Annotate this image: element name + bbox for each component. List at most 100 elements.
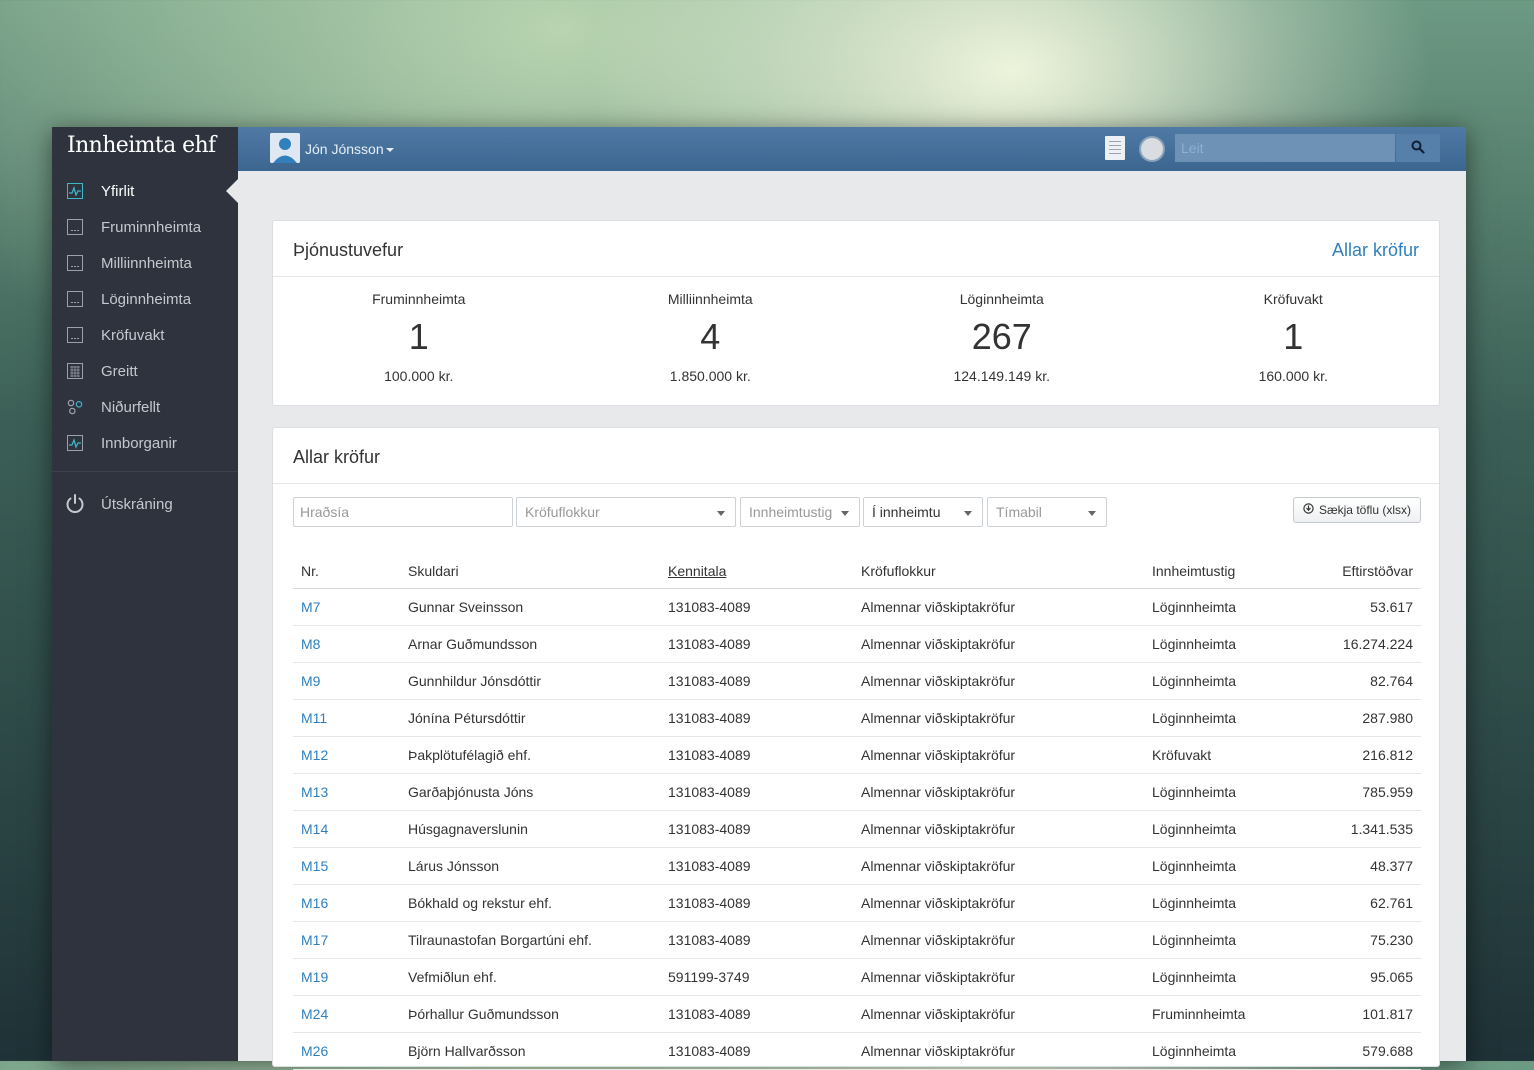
collection-stage-cell: Löginnheimta (1144, 884, 1300, 922)
document-icon (67, 327, 83, 343)
download-label: Sækja töflu (xlsx) (1318, 503, 1411, 517)
table-row[interactable]: M9 Gunnhildur Jónsdóttir 131083-4089 Almenn… (293, 662, 1421, 700)
stat-fruminnheimta[interactable]: Fruminnheimta 1 100.000 kr. (273, 277, 565, 384)
overview-title: Þjónustuvefur (293, 240, 404, 260)
claim-number-link[interactable]: M24 (301, 1006, 328, 1022)
collection-stage-cell: Löginnheimta (1144, 699, 1300, 737)
claim-number-link[interactable]: M14 (301, 821, 328, 837)
table-row[interactable]: M7 Gunnar Sveinsson 131083-4089 Almennar vi… (293, 588, 1421, 626)
claim-number-cell: M14 (293, 810, 400, 848)
period-select[interactable]: Tímabil (987, 497, 1107, 527)
outstanding-balance-cell: 785.959 (1300, 773, 1421, 811)
sidebar-item-yfirlit[interactable]: Yfirlit (52, 173, 238, 209)
claim-number-cell: M24 (293, 995, 400, 1033)
document-icon[interactable] (1105, 136, 1125, 160)
claim-number-cell: M15 (293, 847, 400, 885)
debtor-name-cell: Þakplötufélagið ehf. (400, 736, 660, 774)
table-row[interactable]: M17 Tilraunastofan Borgartúni ehf. 131083-… (293, 921, 1421, 959)
sidebar-item-fruminnheimta[interactable]: Fruminnheimta (52, 209, 238, 245)
overview-panel: Þjónustuvefur Allar kröfur Fruminnheimta… (272, 220, 1440, 406)
claim-number-cell: M8 (293, 625, 400, 663)
claim-number-link[interactable]: M15 (301, 858, 328, 874)
claims-table-body: M7 Gunnar Sveinsson 131083-4089 Almennar vi… (293, 588, 1421, 1070)
table-row[interactable]: M14 Húsgagnaverslunin 131083-4089 Almennar … (293, 810, 1421, 848)
stat-amount: 124.149.149 kr. (953, 368, 1051, 384)
debtor-name-cell: Gunnar Sveinsson (400, 588, 660, 626)
column-header-eftirstodvar[interactable]: Eftirstöðvar (1300, 553, 1421, 589)
stats-row: Fruminnheimta 1 100.000 kr. Milliinnheim… (273, 277, 1439, 384)
claim-number-link[interactable]: M11 (301, 710, 327, 726)
table-row[interactable]: M11 Jónína Pétursdóttir 131083-4089 Almenna… (293, 699, 1421, 737)
table-row[interactable]: M13 Garðaþjónusta Jóns 131083-4089 Almennar… (293, 773, 1421, 811)
quick-filter-input[interactable] (293, 497, 513, 527)
claim-category-cell: Almennar viðskiptakröfur (853, 736, 1144, 774)
category-select[interactable]: Kröfuflokkur (516, 497, 736, 527)
stage-select-value: Innheimtustig (749, 504, 833, 520)
status-select[interactable]: Í innheimtu (863, 497, 983, 527)
claim-number-link[interactable]: M17 (301, 932, 328, 948)
column-header-krofuflokkur[interactable]: Kröfuflokkur (853, 553, 1144, 589)
sidebar-item-nidurfellt[interactable]: Niðurfellt (52, 389, 238, 425)
claim-category-cell: Almennar viðskiptakröfur (853, 921, 1144, 959)
stage-select[interactable]: Innheimtustig (740, 497, 860, 527)
status-circle-icon[interactable] (1139, 136, 1165, 162)
stat-milliinnheimta[interactable]: Milliinnheimta 4 1.850.000 kr. (565, 277, 857, 384)
table-row[interactable]: M26 Björn Hallvarðsson 131083-4089 Almennar… (293, 1032, 1421, 1070)
claim-number-link[interactable]: M8 (301, 636, 320, 652)
activity-icon (67, 183, 83, 199)
claim-number-link[interactable]: M19 (301, 969, 328, 985)
debtor-name-cell: Þórhallur Guðmundsson (400, 995, 660, 1033)
table-row[interactable]: M16 Bókhald og rekstur ehf. 131083-4089 Alm… (293, 884, 1421, 922)
claim-category-cell: Almennar viðskiptakröfur (853, 958, 1144, 996)
collection-stage-cell: Löginnheimta (1144, 847, 1300, 885)
stat-krofuvakt[interactable]: Kröfuvakt 1 160.000 kr. (1148, 277, 1440, 384)
claim-category-cell: Almennar viðskiptakröfur (853, 662, 1144, 700)
column-header-innheimtustig[interactable]: Innheimtustig (1144, 553, 1300, 589)
sidebar-item-loginnheimta[interactable]: Löginnheimta (52, 281, 238, 317)
table-row[interactable]: M15 Lárus Jónsson 131083-4089 Almennar viðs… (293, 847, 1421, 885)
column-header-skuldari[interactable]: Skuldari (400, 553, 660, 589)
filter-bar: Kröfuflokkur Innheimtustig Í innheimtu T… (293, 497, 1421, 529)
sidebar: Innheimta ehf Yfirlit Fruminnheimta Mill… (52, 127, 238, 1061)
collection-stage-cell: Löginnheimta (1144, 773, 1300, 811)
logout-button[interactable]: Útskráning (52, 484, 238, 524)
claim-number-link[interactable]: M9 (301, 673, 320, 689)
stat-loginnheimta[interactable]: Löginnheimta 267 124.149.149 kr. (856, 277, 1148, 384)
outstanding-balance-cell: 287.980 (1300, 699, 1421, 737)
search-input[interactable] (1175, 134, 1395, 162)
claim-number-cell: M12 (293, 736, 400, 774)
sidebar-item-label: Yfirlit (101, 182, 135, 200)
collection-stage-cell: Löginnheimta (1144, 921, 1300, 959)
chevron-down-icon (964, 511, 972, 516)
claim-number-cell: M13 (293, 773, 400, 811)
column-header-kennitala[interactable]: Kennitala (660, 553, 853, 589)
search-button[interactable] (1396, 134, 1440, 162)
table-row[interactable]: M19 Vefmiðlun ehf. 591199-3749 Almennar við… (293, 958, 1421, 996)
table-row[interactable]: M12 Þakplötufélagið ehf. 131083-4089 Almenn… (293, 736, 1421, 774)
download-xlsx-button[interactable]: Sækja töflu (xlsx) (1292, 497, 1421, 523)
collection-stage-cell: Löginnheimta (1144, 810, 1300, 848)
national-id-cell: 131083-4089 (660, 1032, 853, 1070)
claim-category-cell: Almennar viðskiptakröfur (853, 884, 1144, 922)
table-row[interactable]: M24 Þórhallur Guðmundsson 131083-4089 Almen… (293, 995, 1421, 1033)
claim-number-link[interactable]: M13 (301, 784, 328, 800)
national-id-cell: 131083-4089 (660, 662, 853, 700)
outstanding-balance-cell: 75.230 (1300, 921, 1421, 959)
all-claims-link[interactable]: Allar kröfur (1332, 240, 1419, 261)
national-id-cell: 131083-4089 (660, 810, 853, 848)
table-row[interactable]: M8 Arnar Guðmundsson 131083-4089 Almennar v… (293, 625, 1421, 663)
sidebar-item-innborganir[interactable]: Innborganir (52, 425, 238, 461)
outstanding-balance-cell: 82.764 (1300, 662, 1421, 700)
sidebar-item-krofuvakt[interactable]: Kröfuvakt (52, 317, 238, 353)
avatar[interactable] (270, 133, 300, 163)
claim-number-link[interactable]: M12 (301, 747, 328, 763)
claim-number-link[interactable]: M26 (301, 1043, 328, 1059)
sidebar-item-milliinnheimta[interactable]: Milliinnheimta (52, 245, 238, 281)
claim-number-link[interactable]: M7 (301, 599, 320, 615)
user-menu[interactable]: Jón Jónsson (305, 141, 394, 157)
claim-number-link[interactable]: M16 (301, 895, 328, 911)
document-icon (67, 291, 83, 307)
claims-header: Allar kröfur (273, 428, 1439, 484)
sidebar-item-greitt[interactable]: Greitt (52, 353, 238, 389)
column-header-nr[interactable]: Nr. (293, 553, 400, 589)
